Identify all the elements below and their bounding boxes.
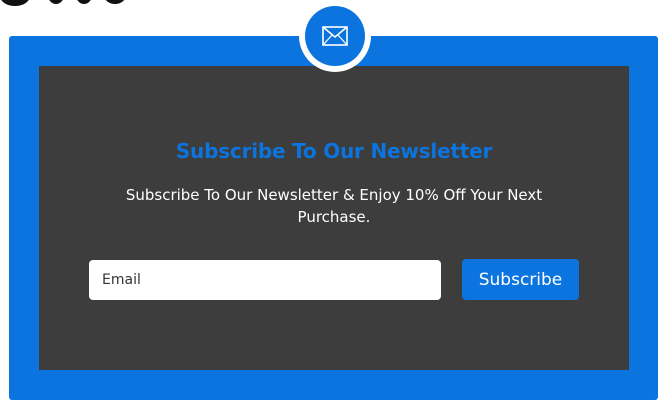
email-input[interactable] <box>89 260 441 300</box>
subscribe-button[interactable]: Subscribe <box>462 259 579 300</box>
mail-badge-circle <box>305 6 365 66</box>
envelope-icon <box>322 26 348 46</box>
cropped-heading-fragment <box>0 0 130 6</box>
page: Subscribe To Our Newsletter Subscribe To… <box>0 0 670 408</box>
newsletter-title: Subscribe To Our Newsletter <box>175 139 493 163</box>
newsletter-subtitle: Subscribe To Our Newsletter & Enjoy 10% … <box>125 186 543 226</box>
mail-badge <box>299 0 371 72</box>
